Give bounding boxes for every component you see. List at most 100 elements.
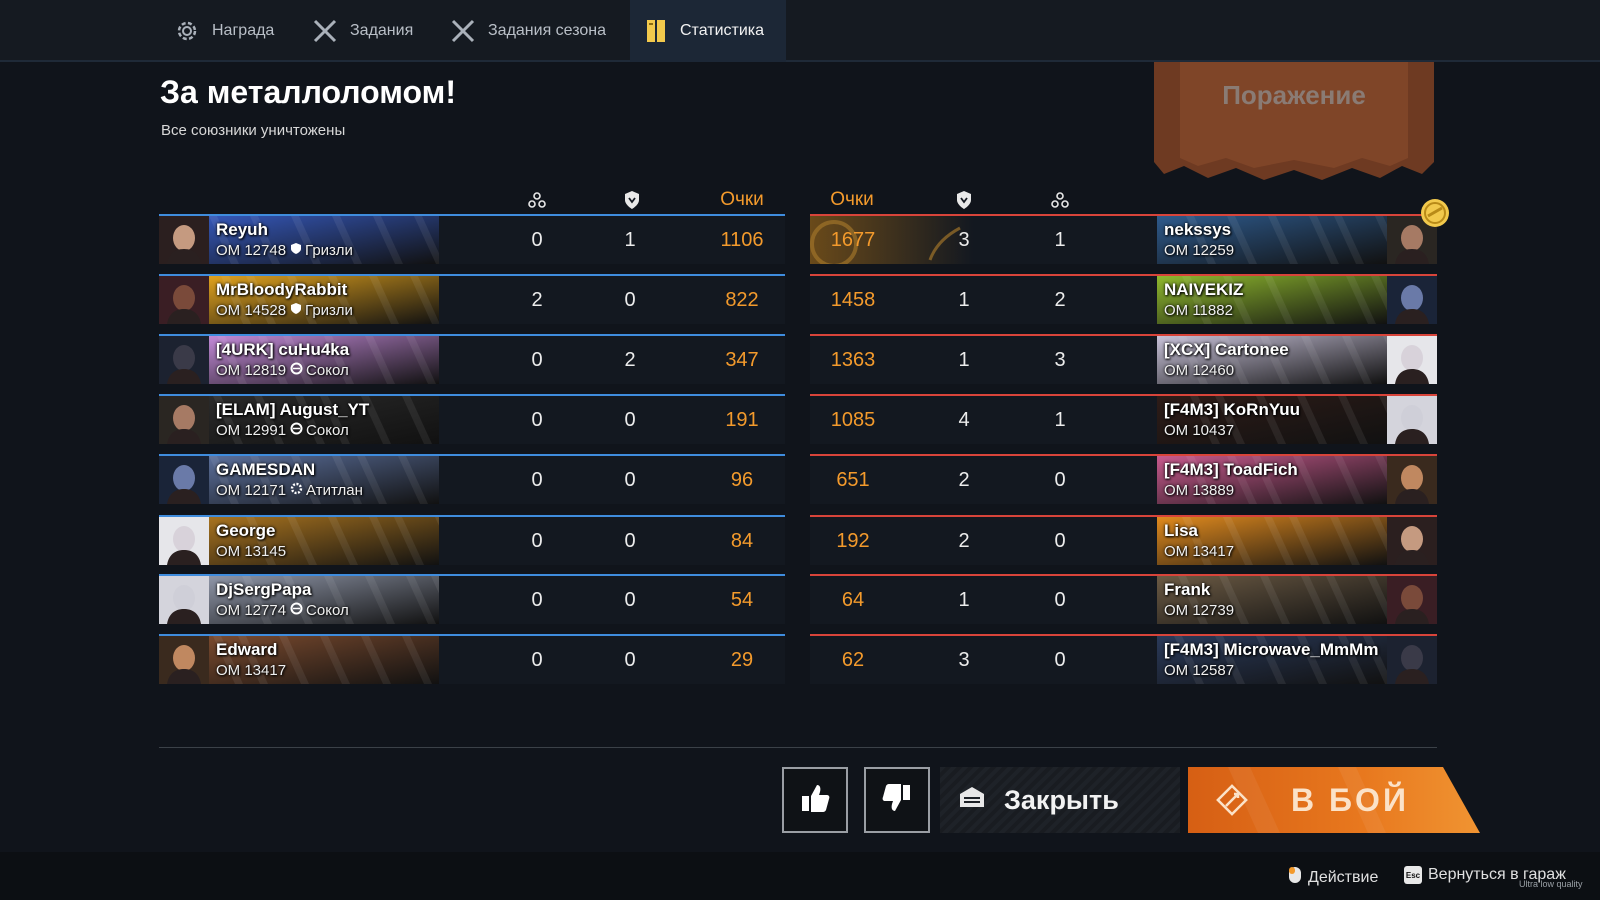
tab-missions[interactable]: Задания xyxy=(298,0,427,62)
player-kills: 2 xyxy=(1054,288,1066,311)
player-assists: 1 xyxy=(958,288,970,311)
player-score: 1677 xyxy=(830,228,876,251)
result-text: Поражение xyxy=(1222,80,1366,110)
player-score: 191 xyxy=(725,408,759,431)
mission-subtitle: Все союзники уничтожены xyxy=(161,122,346,139)
ally-row[interactable]: GAMESDAN ОМ 12171 Атитлан 0 0 96 xyxy=(159,454,785,504)
player-score: 1458 xyxy=(830,288,876,311)
player-card[interactable]: Lisa ОМ 13417 xyxy=(1157,517,1387,565)
player-om: ОМ 12819 xyxy=(216,362,287,379)
player-avatar xyxy=(1387,517,1437,565)
player-assists: 1 xyxy=(958,588,970,611)
player-card[interactable]: NAIVEKIZ ОМ 11882 xyxy=(1157,276,1387,324)
player-om: ОМ 12171 xyxy=(216,482,287,499)
player-card[interactable]: George ОМ 13145 xyxy=(209,517,439,565)
enemy-row[interactable]: 192 2 0 Lisa ОМ 13417 xyxy=(810,515,1437,565)
like-button[interactable] xyxy=(782,767,848,833)
thumbs-up-icon xyxy=(798,781,832,820)
enemy-row[interactable]: 64 1 0 Frank ОМ 12739 xyxy=(810,574,1437,624)
close-label: Закрыть xyxy=(1004,784,1119,815)
player-kills: 0 xyxy=(1054,588,1066,611)
player-score: 1085 xyxy=(830,408,876,431)
player-rating: ОМ 12739 xyxy=(1164,602,1234,619)
player-om: ОМ 12587 xyxy=(1164,662,1235,679)
player-rating: ОМ 13417 xyxy=(1164,543,1234,560)
tab-label: Задания сезона xyxy=(488,22,607,39)
tab-season-missions[interactable]: Задания сезона xyxy=(436,0,620,62)
player-card[interactable]: GAMESDAN ОМ 12171 Атитлан xyxy=(209,456,439,504)
player-assists: 0 xyxy=(624,288,636,311)
tab-label: Статистика xyxy=(680,22,765,39)
enemy-row[interactable]: 1363 1 3 [XCX] Cartonee ОМ 12460 xyxy=(810,334,1437,384)
clan-name: Гризли xyxy=(305,302,353,319)
player-score: 822 xyxy=(725,288,759,311)
player-card[interactable]: [F4M3] ToadFich ОМ 13889 xyxy=(1157,456,1387,504)
esc-key-icon: Esc xyxy=(1404,866,1422,884)
ally-row[interactable]: DjSergPapa ОМ 12774 Сокол 0 0 54 xyxy=(159,574,785,624)
player-name: GAMESDAN xyxy=(216,460,316,479)
player-avatar xyxy=(1387,576,1437,624)
player-avatar xyxy=(1387,396,1437,444)
player-avatar xyxy=(159,336,209,384)
player-score: 62 xyxy=(841,648,865,671)
player-card[interactable]: [F4M3] KoRnYuu ОМ 10437 xyxy=(1157,396,1387,444)
player-card[interactable]: Edward ОМ 13417 xyxy=(209,636,439,684)
player-name: George xyxy=(216,521,276,540)
tab-statistics[interactable]: Статистика xyxy=(630,0,786,62)
enemy-row[interactable]: 1085 4 1 [F4M3] KoRnYuu ОМ 10437 xyxy=(810,394,1437,444)
player-card[interactable]: [XCX] Cartonee ОМ 12460 xyxy=(1157,336,1387,384)
player-kills: 0 xyxy=(1054,529,1066,552)
tab-reward[interactable]: Награда xyxy=(160,0,288,62)
player-assists: 2 xyxy=(624,348,636,371)
player-name: [F4M3] ToadFich xyxy=(1164,460,1298,479)
shield-assist-icon xyxy=(924,188,1004,212)
player-assists: 4 xyxy=(958,408,970,431)
player-card[interactable]: DjSergPapa ОМ 12774 Сокол xyxy=(209,576,439,624)
ally-row[interactable]: Reyuh ОМ 12748 Гризли 0 1 1106 xyxy=(159,214,785,264)
enemy-row[interactable]: 62 3 0 [F4M3] Microwave_MmMm ОМ 12587 xyxy=(810,634,1437,684)
player-om: ОМ 12748 xyxy=(216,242,287,259)
ally-row[interactable]: George ОМ 13145 0 0 84 xyxy=(159,515,785,565)
ally-row[interactable]: Edward ОМ 13417 0 0 29 xyxy=(159,634,785,684)
ally-row[interactable]: [ELAM] August_YT ОМ 12991 Сокол 0 0 191 xyxy=(159,394,785,444)
player-avatar xyxy=(1387,456,1437,504)
player-rating: ОМ 13417 xyxy=(216,662,286,679)
player-card[interactable]: MrBloodyRabbit ОМ 14528 Гризли xyxy=(209,276,439,324)
player-om: ОМ 12774 xyxy=(216,602,287,619)
quality-label: Ultra low quality xyxy=(1519,879,1583,889)
player-kills: 0 xyxy=(531,228,543,251)
close-button[interactable]: Закрыть xyxy=(940,767,1180,833)
dislike-button[interactable] xyxy=(864,767,930,833)
player-card[interactable]: Frank ОМ 12739 xyxy=(1157,576,1387,624)
player-rating: ОМ 13889 xyxy=(1164,482,1234,499)
clan-name: Сокол xyxy=(306,602,349,619)
player-rating: ОМ 13145 xyxy=(216,543,286,560)
player-card[interactable]: nekssys ОМ 12259 xyxy=(1157,216,1387,264)
player-kills: 0 xyxy=(531,529,543,552)
gear-clan-icon xyxy=(290,482,303,499)
ally-row[interactable]: MrBloodyRabbit ОМ 14528 Гризли 2 0 822 xyxy=(159,274,785,324)
player-om: ОМ 13145 xyxy=(216,543,287,560)
player-name: MrBloodyRabbit xyxy=(216,280,348,299)
player-kills: 0 xyxy=(531,348,543,371)
player-avatar xyxy=(159,216,209,264)
enemy-row[interactable]: 1458 1 2 NAIVEKIZ ОМ 11882 xyxy=(810,274,1437,324)
action-hint-label: Действие xyxy=(1308,868,1379,886)
player-om: ОМ 12739 xyxy=(1164,602,1235,619)
player-card[interactable]: [F4M3] Microwave_MmMm ОМ 12587 xyxy=(1157,636,1387,684)
player-card[interactable]: Reyuh ОМ 12748 Гризли xyxy=(209,216,439,264)
player-score: 651 xyxy=(836,468,870,491)
player-om: ОМ 13889 xyxy=(1164,482,1235,499)
player-rating: ОМ 12774 Сокол xyxy=(216,602,349,619)
player-card[interactable]: [4URK] cuHu4ka ОМ 12819 Сокол xyxy=(209,336,439,384)
player-score: 84 xyxy=(730,529,754,552)
reward-gear-icon xyxy=(174,18,200,44)
player-om: ОМ 12259 xyxy=(1164,242,1235,259)
player-card[interactable]: [ELAM] August_YT ОМ 12991 Сокол xyxy=(209,396,439,444)
player-assists: 0 xyxy=(624,468,636,491)
enemy-row[interactable]: 1677 3 1 nekssys ОМ 12259 xyxy=(810,214,1437,264)
enemy-row[interactable]: 651 2 0 [F4M3] ToadFich ОМ 13889 xyxy=(810,454,1437,504)
player-rating: ОМ 14528 Гризли xyxy=(216,302,353,319)
ally-row[interactable]: [4URK] cuHu4ka ОМ 12819 Сокол 0 2 347 xyxy=(159,334,785,384)
player-kills: 0 xyxy=(531,408,543,431)
